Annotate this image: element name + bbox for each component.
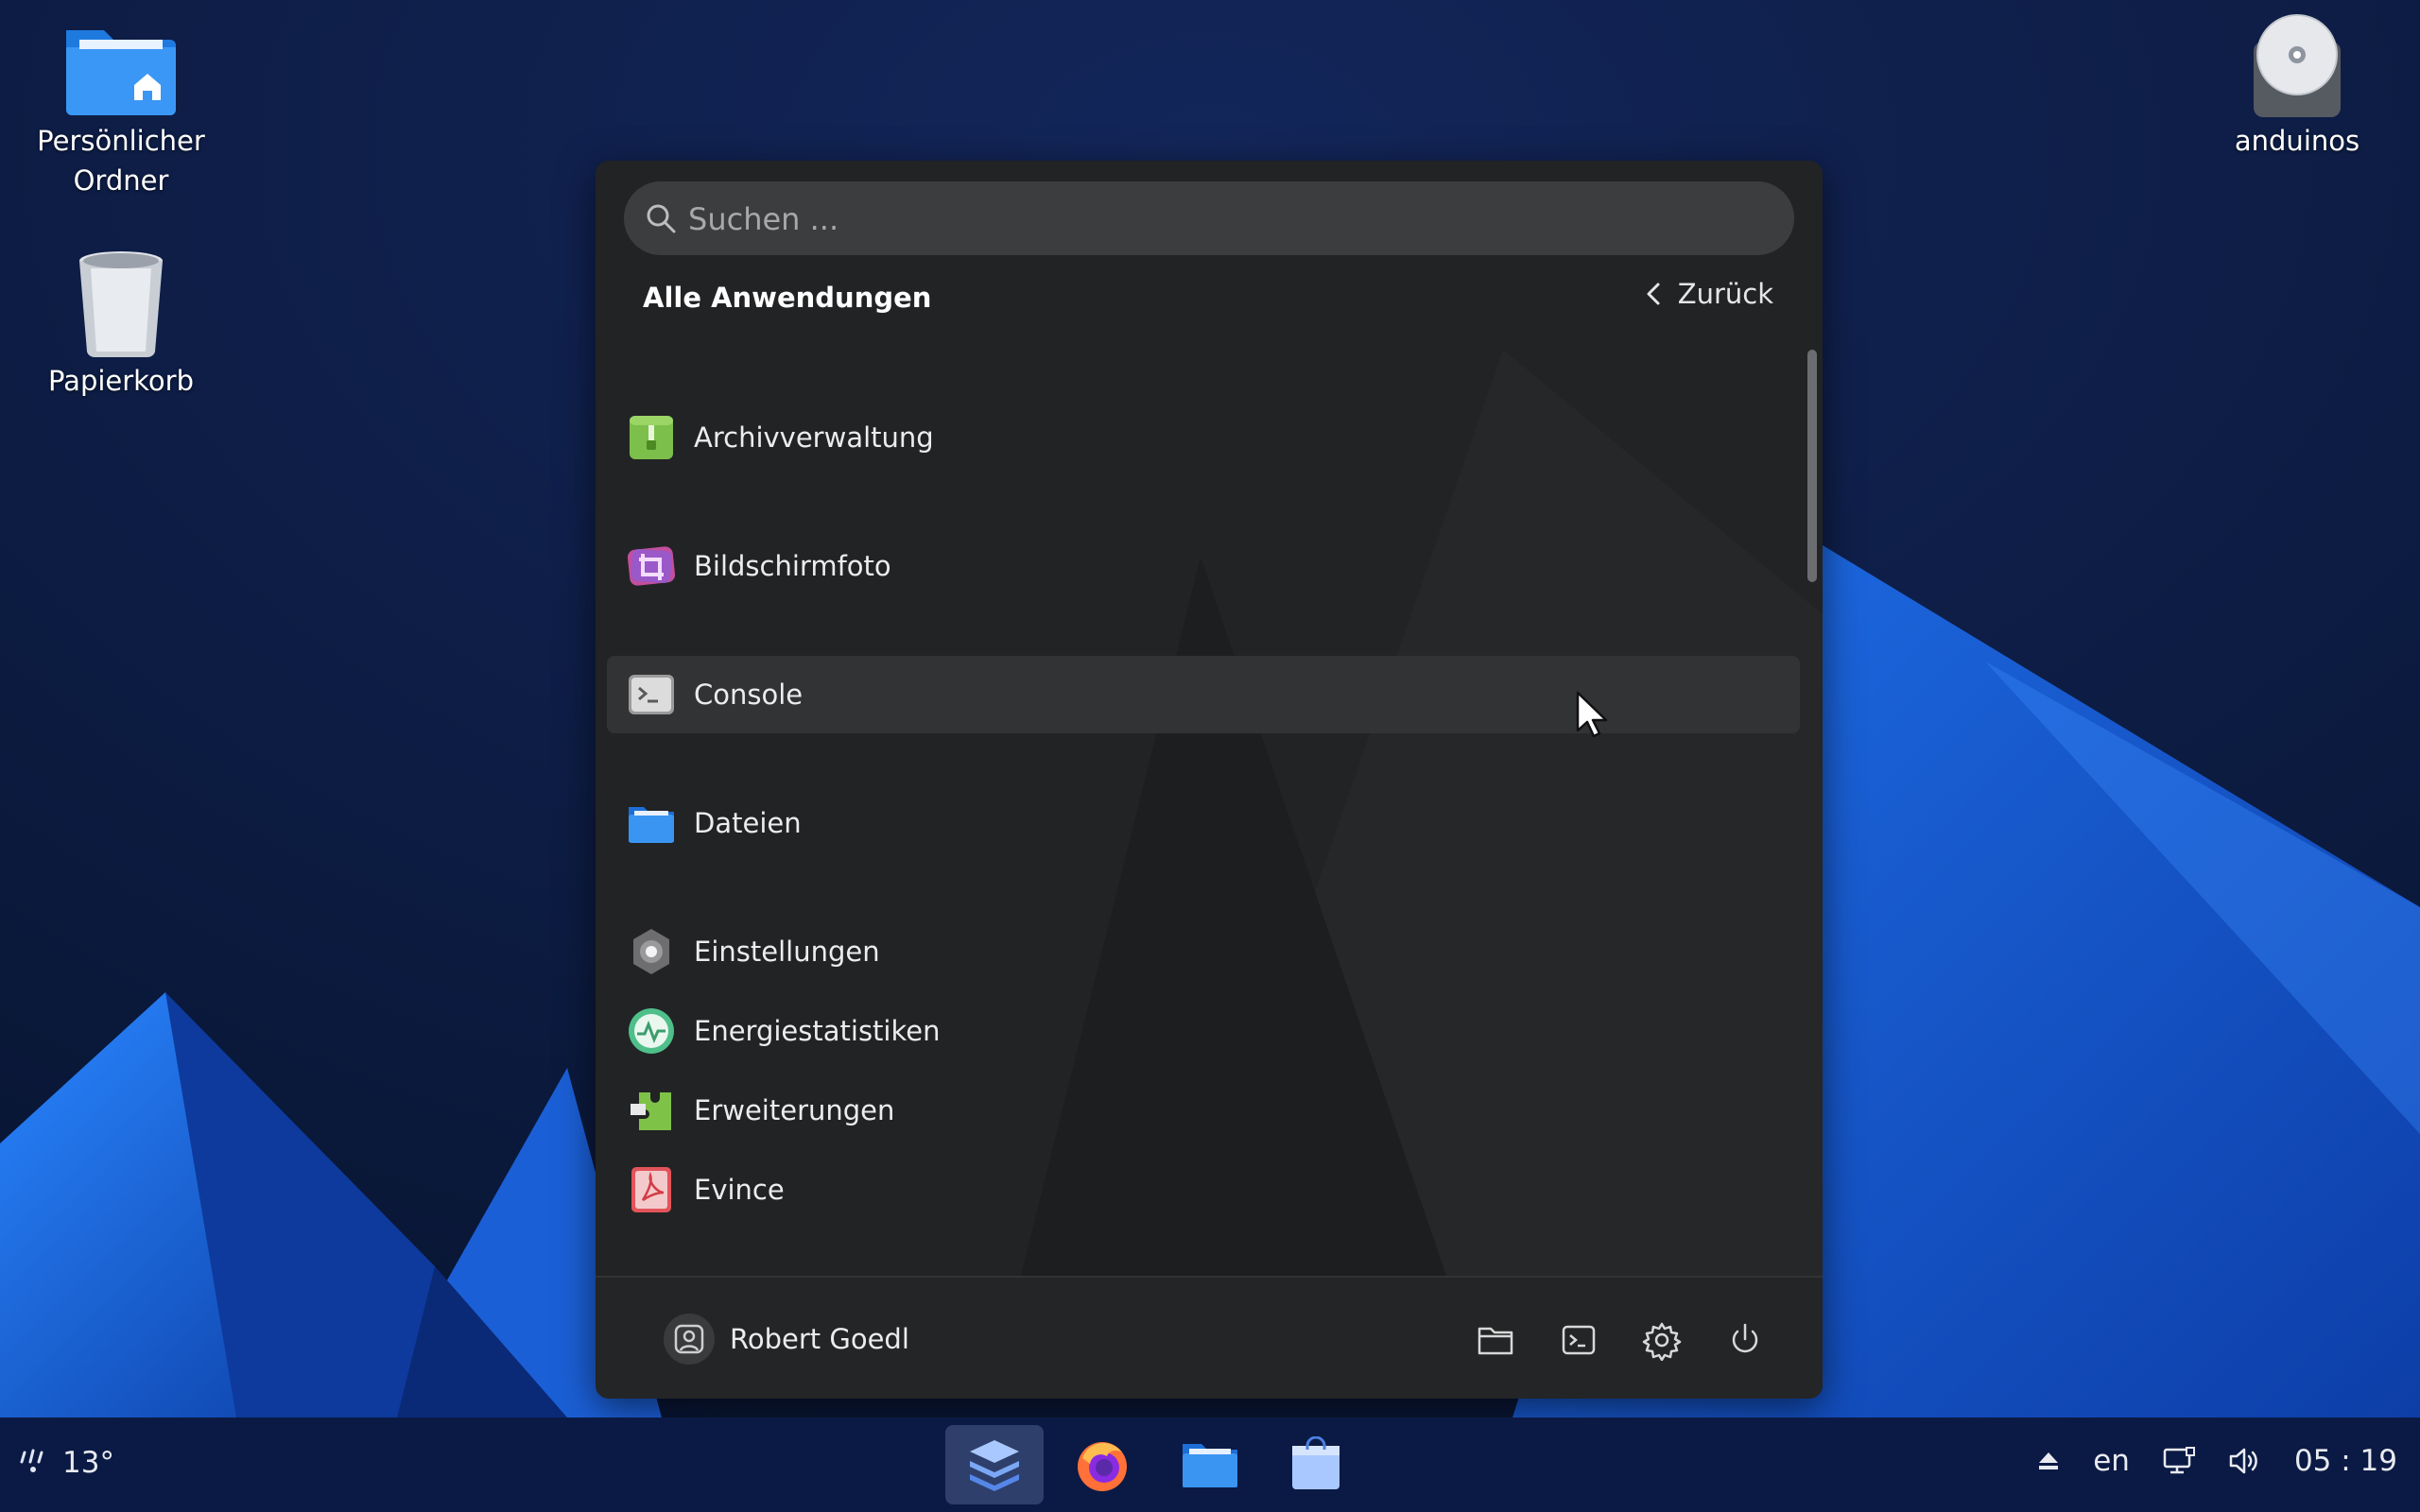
system-tray: en 05 : 19: [2036, 1444, 2397, 1478]
app-item-bildschirmfoto[interactable]: Bildschirmfoto: [607, 527, 1800, 605]
dock-software-store[interactable]: [1267, 1425, 1365, 1504]
disc-drive-icon: [2254, 14, 2341, 117]
app-name: Evince: [694, 1174, 785, 1206]
console-icon: [629, 675, 674, 714]
weather-rain-icon: [20, 1449, 43, 1472]
taskbar: 13° en 05: 19: [0, 1418, 2420, 1512]
extensions-icon: [631, 1092, 671, 1130]
trash-icon: [79, 251, 163, 358]
dock-firefox[interactable]: [1053, 1425, 1151, 1504]
desktop-icon-label: Persönlicher Ordner: [37, 125, 205, 197]
desktop-icon-trash[interactable]: Papierkorb: [26, 248, 216, 401]
user-button[interactable]: Robert Goedl: [664, 1314, 909, 1365]
power-statistics-icon: [629, 1008, 674, 1054]
app-grid-icon: [970, 1440, 1019, 1491]
gear-icon: [1642, 1322, 1682, 1362]
desktop-icon-disc[interactable]: anduinos: [2203, 13, 2392, 161]
settings-icon: [633, 929, 669, 974]
firefox-icon: [1078, 1442, 1127, 1491]
app-list-scrollbar[interactable]: [1807, 350, 1817, 1268]
dock-files[interactable]: [1161, 1425, 1259, 1504]
desktop-icon-label: Papierkorb: [47, 365, 195, 397]
app-name: Bildschirmfoto: [694, 550, 891, 582]
files-icon: [629, 807, 674, 843]
open-terminal-button[interactable]: [1558, 1319, 1599, 1361]
terminal-icon: [1562, 1325, 1596, 1355]
app-item-energiestatistiken[interactable]: Energiestatistiken: [607, 992, 1800, 1070]
keyboard-layout-indicator[interactable]: en: [2093, 1444, 2130, 1478]
open-files-button[interactable]: [1475, 1319, 1516, 1361]
app-name: Einstellungen: [694, 936, 880, 968]
software-store-icon: [1292, 1436, 1340, 1489]
avatar: [664, 1314, 715, 1365]
power-icon: [1732, 1323, 1758, 1353]
user-name: Robert Goedl: [730, 1323, 909, 1355]
app-name: Console: [694, 679, 804, 711]
volume-icon[interactable]: [2228, 1447, 2262, 1475]
app-item-console[interactable]: Console: [607, 656, 1800, 733]
clock[interactable]: 05 : 19: [2294, 1444, 2397, 1478]
app-item-erweiterungen[interactable]: Erweiterungen: [607, 1072, 1800, 1149]
files-icon: [1183, 1444, 1237, 1487]
app-item-evince[interactable]: Evince: [607, 1151, 1800, 1228]
power-button[interactable]: [1724, 1319, 1766, 1361]
mouse-cursor-icon: [1576, 691, 1608, 738]
home-folder-icon: [66, 30, 176, 115]
user-avatar-icon: [674, 1324, 704, 1354]
desktop-icon-home-folder[interactable]: Persönlicher Ordner: [26, 21, 216, 200]
app-list: Archivverwaltung Bildschirmfoto Console: [596, 161, 1823, 1276]
archive-manager-icon: [630, 416, 673, 459]
document-viewer-icon: [631, 1167, 671, 1212]
weather-widget[interactable]: 13°: [17, 1446, 114, 1480]
app-launcher-menu: Alle Anwendungen Zurück Archivverwaltung…: [596, 161, 1823, 1399]
dock-app-grid[interactable]: [945, 1425, 1044, 1504]
network-icon[interactable]: [2162, 1446, 2196, 1476]
app-name: Erweiterungen: [694, 1094, 895, 1126]
app-name: Energiestatistiken: [694, 1015, 941, 1047]
weather-temperature: 13°: [62, 1446, 114, 1480]
app-name: Dateien: [694, 807, 802, 839]
screenshot-icon: [627, 546, 676, 586]
app-item-einstellungen[interactable]: Einstellungen: [607, 913, 1800, 990]
open-settings-button[interactable]: [1641, 1319, 1683, 1362]
desktop-icon-label: anduinos: [2234, 125, 2360, 157]
scrollbar-thumb[interactable]: [1807, 350, 1817, 582]
app-item-archivverwaltung[interactable]: Archivverwaltung: [607, 399, 1800, 476]
app-name: Archivverwaltung: [694, 421, 934, 454]
app-item-dateien[interactable]: Dateien: [607, 784, 1800, 862]
launcher-footer: Robert Goedl: [596, 1276, 1823, 1399]
folder-icon: [1478, 1327, 1513, 1355]
eject-icon[interactable]: [2036, 1449, 2061, 1473]
